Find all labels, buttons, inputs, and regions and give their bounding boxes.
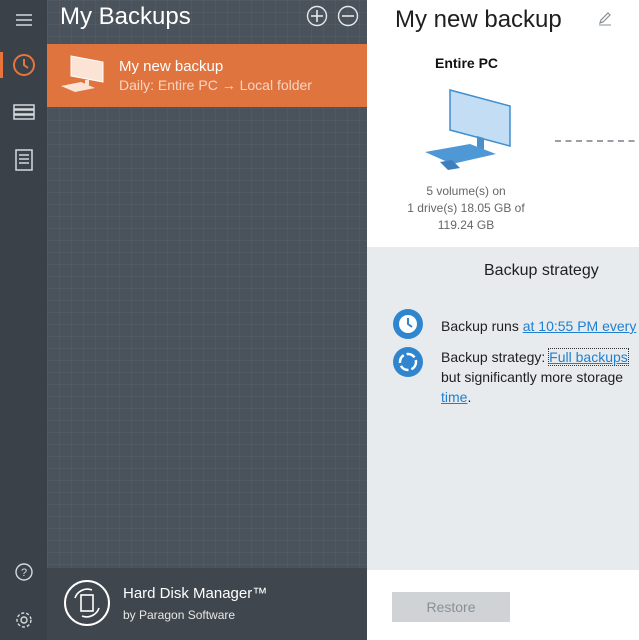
product-logo-icon xyxy=(62,578,112,633)
panel-title: My Backups xyxy=(60,3,191,30)
strategy-description: but significantly more storage xyxy=(441,369,624,385)
source-label: Entire PC xyxy=(435,55,499,71)
source-computer-icon[interactable] xyxy=(422,88,514,179)
schedule-prefix: Backup runs xyxy=(441,318,523,334)
strategy-prefix: Backup strategy: xyxy=(441,349,550,365)
plus-circle-icon xyxy=(306,5,328,27)
action-footer: Restore xyxy=(367,570,639,640)
gear-icon[interactable] xyxy=(0,600,47,640)
vendor-name: by Paragon Software xyxy=(123,608,236,622)
backup-summary: Daily: Entire PC → Local folder xyxy=(119,77,312,93)
add-backup-button[interactable] xyxy=(306,5,328,27)
pencil-icon xyxy=(599,12,611,26)
strategy-time-link[interactable]: time xyxy=(441,389,467,405)
drive-stack-icon[interactable] xyxy=(0,92,47,132)
log-list-icon[interactable] xyxy=(0,140,47,180)
strategy-title: Backup strategy xyxy=(484,262,599,279)
list-item[interactable]: My new backup Daily: Entire PC → Local f… xyxy=(47,44,367,107)
minus-circle-icon xyxy=(337,5,359,27)
backup-name: My new backup xyxy=(119,58,224,75)
clock-icon xyxy=(393,309,423,339)
page-title: My new backup xyxy=(395,6,562,33)
edit-name-button[interactable] xyxy=(597,10,613,31)
source-size-info: 5 volume(s) on 1 drive(s) 18.05 GB of 11… xyxy=(407,184,525,232)
computer-icon xyxy=(59,54,107,101)
strategy-link[interactable]: Full backups xyxy=(548,348,629,366)
recycle-icon xyxy=(393,347,423,377)
clock-history-icon[interactable] xyxy=(0,45,47,85)
hamburger-menu-icon[interactable] xyxy=(0,0,47,40)
product-branding: Hard Disk Manager™ by Paragon Software xyxy=(47,568,367,640)
svg-text:?: ? xyxy=(20,567,26,579)
backup-detail-panel: My new backup Entire PC 5 volume(s) on 1… xyxy=(367,0,639,640)
product-name: Hard Disk Manager™ xyxy=(123,585,268,602)
schedule-link[interactable]: at 10:55 PM every xyxy=(523,318,637,334)
help-icon[interactable]: ? xyxy=(0,552,47,592)
nav-rail: ? xyxy=(0,0,47,640)
backups-list-panel: My Backups My new backup Daily: Entire P… xyxy=(47,0,367,640)
remove-backup-button[interactable] xyxy=(337,5,359,27)
backup-strategy-section: Backup strategy Backup runs at 10:55 PM … xyxy=(367,247,639,570)
restore-button[interactable]: Restore xyxy=(392,592,510,622)
source-destination-connector xyxy=(555,140,639,142)
